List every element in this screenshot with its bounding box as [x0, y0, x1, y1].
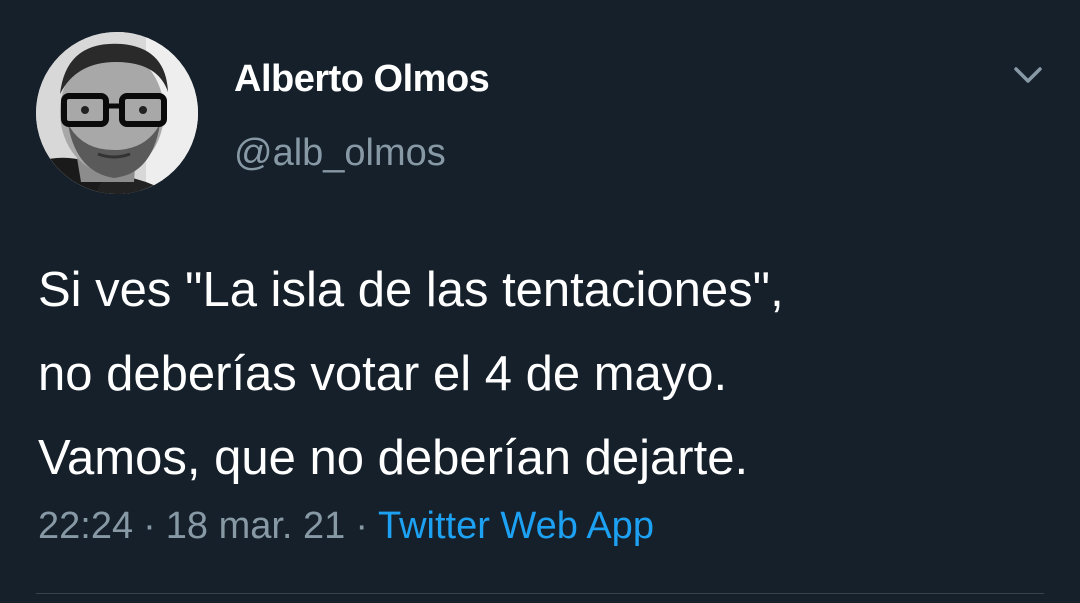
tweet-source-link[interactable]: Twitter Web App	[378, 505, 654, 547]
tweet-metadata: 22:24 · 18 mar. 21 · Twitter Web App	[38, 505, 654, 548]
tweet-text-line: Si ves "La isla de las tentaciones",	[38, 263, 784, 317]
divider	[36, 593, 1044, 594]
meta-separator: ·	[355, 505, 368, 547]
chevron-down-icon[interactable]	[1008, 60, 1048, 92]
tweet-text-line: no deberías votar el 4 de mayo.	[38, 347, 728, 401]
meta-separator: ·	[143, 505, 156, 547]
tweet-time[interactable]: 22:24	[38, 505, 133, 547]
tweet-text: Si ves "La isla de las tentaciones", no …	[38, 248, 1048, 500]
avatar[interactable]	[36, 32, 198, 194]
profile-photo-icon	[36, 32, 198, 194]
tweet-card: Alberto Olmos @alb_olmos Si ves "La isla…	[0, 0, 1080, 603]
tweet-date[interactable]: 18 mar. 21	[166, 505, 346, 547]
tweet-text-line: Vamos, que no deberían dejarte.	[38, 431, 749, 485]
author-display-name[interactable]: Alberto Olmos	[234, 58, 490, 101]
author-handle[interactable]: @alb_olmos	[234, 132, 446, 175]
